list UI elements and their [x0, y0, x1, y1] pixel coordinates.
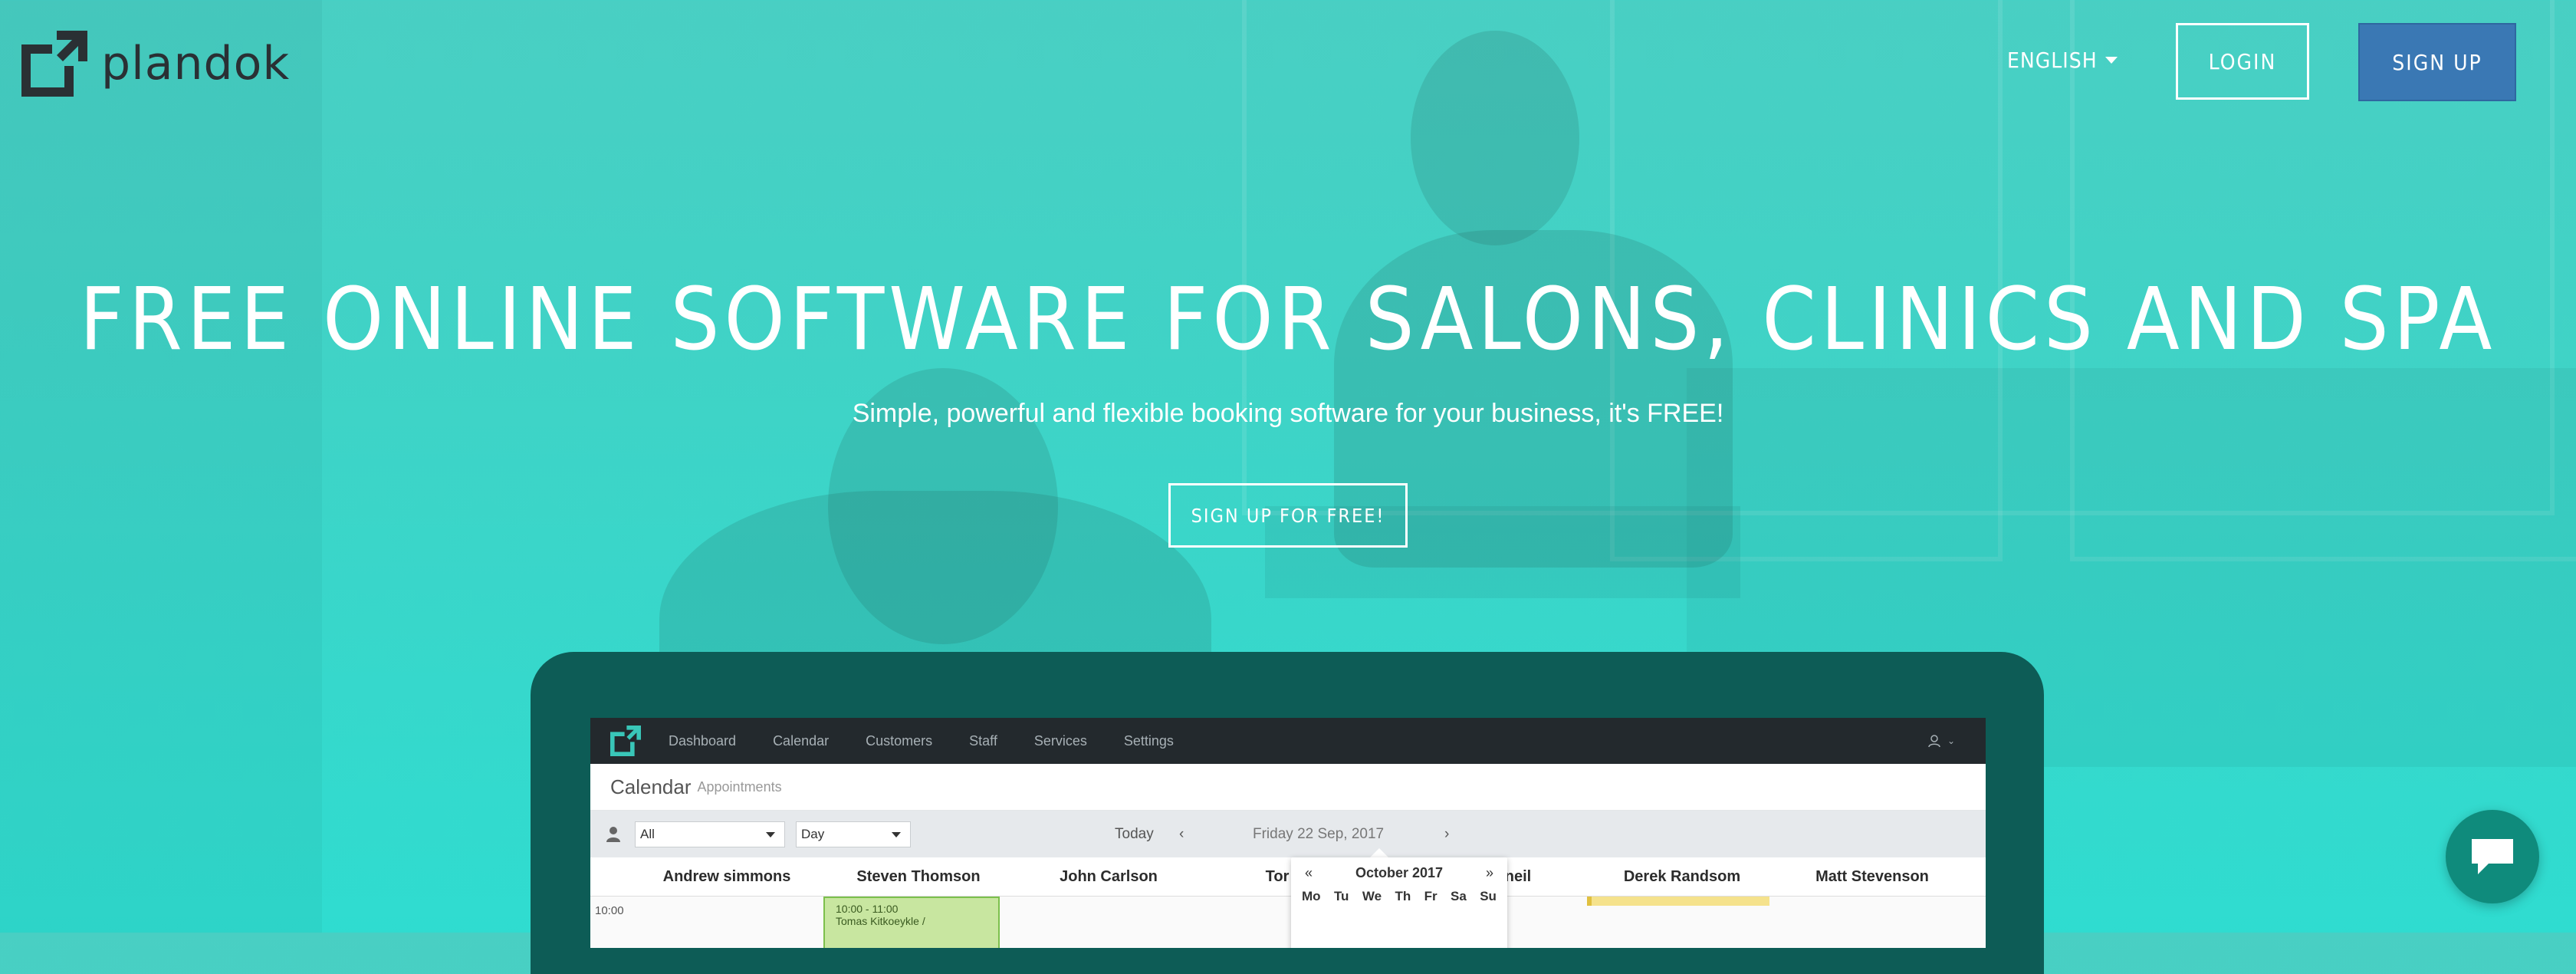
time-label: 10:00: [595, 904, 624, 917]
prev-day-icon: ‹: [1179, 826, 1184, 842]
signup-free-button[interactable]: SIGN UP FOR FREE!: [1168, 483, 1408, 548]
staff-columns-header: Andrew simmons Steven Thomson John Carls…: [590, 857, 1986, 896]
chat-widget-button[interactable]: [2446, 810, 2539, 903]
column-header: neil: [1504, 868, 1532, 885]
app-page-title: Calendar: [610, 775, 692, 798]
appointment-time: 10:00 - 11:00: [836, 903, 899, 915]
column-header: Matt Stevenson: [1815, 868, 1929, 885]
app-page-subtitle: Appointments: [697, 778, 782, 795]
datepicker-next-icon: »: [1485, 865, 1493, 880]
hero-title: FREE ONLINE SOFTWARE FOR SALONS, CLINICS…: [79, 270, 2497, 370]
signup-button[interactable]: SIGN UP: [2358, 23, 2516, 101]
appointment-block-yellow: [1587, 897, 1769, 906]
user-menu: ⌄: [1927, 734, 1955, 748]
nav-customers: Customers: [866, 732, 933, 749]
chevron-down-icon: ⌄: [1947, 735, 1955, 746]
login-button[interactable]: LOGIN: [2176, 23, 2309, 100]
nav-dashboard: Dashboard: [669, 732, 737, 749]
weekday-label: Th: [1395, 889, 1411, 903]
view-filter-value: Day: [801, 827, 825, 841]
app-navbar: Dashboard Calendar Customers Staff Servi…: [590, 718, 1986, 764]
view-filter-select: Day: [796, 821, 911, 847]
weekday-label: Tu: [1333, 889, 1349, 903]
datepicker-arrow: [1370, 848, 1388, 857]
weekday-label: Fr: [1424, 889, 1438, 903]
plandok-logo-icon: [21, 31, 87, 97]
weekday-label: Mo: [1302, 889, 1321, 903]
weekday-label: Sa: [1451, 889, 1467, 903]
next-day-icon: ›: [1444, 826, 1450, 842]
staff-filter-value: All: [640, 827, 655, 841]
brand-name: plandok: [101, 37, 291, 90]
appointment-block: 10:00 - 11:00 Tomas Kitkoeykle /: [823, 897, 1000, 948]
datepicker-prev-icon: «: [1305, 865, 1313, 880]
app-screenshot: Dashboard Calendar Customers Staff Servi…: [590, 718, 1986, 948]
brand-logo[interactable]: plandok: [21, 29, 290, 98]
weekday-label: We: [1362, 889, 1382, 903]
time-row: 10:00 10:00 - 11:00 Tomas Kitkoeykle /: [590, 896, 1986, 948]
user-icon: [606, 827, 620, 842]
column-header: Tor: [1265, 868, 1290, 885]
appointment-name: Tomas Kitkoeykle /: [836, 915, 925, 927]
column-header: Andrew simmons: [662, 868, 791, 885]
nav-calendar: Calendar: [773, 732, 830, 749]
weekday-label: Su: [1480, 889, 1497, 903]
staff-filter-select: All: [635, 821, 785, 847]
column-header: Derek Randsom: [1623, 868, 1741, 885]
datepicker-popup: « October 2017 » Mo Tu We Th Fr Sa Su: [1291, 857, 1507, 948]
chat-bubble-icon: [2472, 839, 2513, 874]
datepicker-weekdays: Mo Tu We Th Fr Sa Su: [1291, 881, 1507, 904]
language-selector[interactable]: ENGLISH: [2007, 48, 2118, 73]
datepicker-month: October 2017: [1355, 865, 1444, 880]
nav-services: Services: [1033, 732, 1087, 749]
app-page-header: Calendar Appointments: [590, 764, 1986, 811]
today-label: Today: [1115, 826, 1154, 842]
date-label: Friday 22 Sep, 2017: [1253, 826, 1385, 842]
calendar-toolbar: All Day Today ‹ Friday 22 Sep, 2017 ›: [590, 811, 1986, 858]
user-icon: [1928, 735, 1940, 748]
plandok-logo-icon: [610, 726, 641, 756]
column-header: Steven Thomson: [856, 868, 981, 885]
language-label: ENGLISH: [2007, 48, 2098, 73]
caret-down-icon: [2104, 57, 2118, 64]
nav-settings: Settings: [1123, 732, 1174, 749]
nav-staff: Staff: [969, 732, 997, 749]
hero-subtitle: Simple, powerful and flexible booking so…: [852, 399, 1724, 428]
column-header: John Carlson: [1060, 868, 1158, 885]
